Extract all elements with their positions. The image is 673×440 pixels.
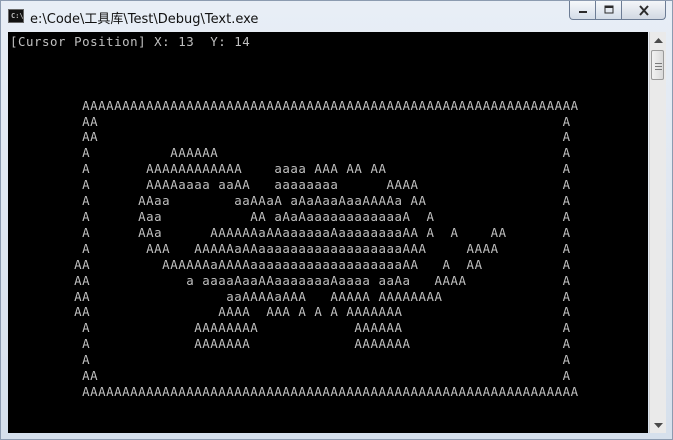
scroll-up-arrow-icon <box>653 37 663 43</box>
console-line: AAAAAAAAAAAAAAAAAAAAAAAAAAAAAAAAAAAAAAAA… <box>10 97 579 113</box>
console-line: AA aaAAAAaAAA AAAAA AAAAAAAA A <box>10 288 571 304</box>
scroll-up-button[interactable] <box>650 32 666 49</box>
console-line: AA AAAA AAA A A A AAAAAAA A <box>10 304 571 320</box>
console-line: A AAAAAA A <box>10 145 571 161</box>
scroll-down-button[interactable] <box>650 416 666 433</box>
scrollbar-thumb[interactable] <box>651 50 664 80</box>
ascii-art-output: AAAAAAAAAAAAAAAAAAAAAAAAAAAAAAAAAAAAAAAA… <box>10 98 579 399</box>
console-line: A AAa AAAAAAaAAaaaaaaAaaaaaaaaAA A A AA … <box>10 224 571 240</box>
console-output-area[interactable]: [Cursor Position] X: 13 Y: 14 AAAAAAAAAA… <box>8 32 648 433</box>
maximize-button[interactable] <box>596 1 622 20</box>
title-bar[interactable]: C:\ e:\Code\工具库\Test\Debug\Text.exe <box>1 1 672 31</box>
vertical-scrollbar[interactable] <box>649 32 666 433</box>
console-line: AA A <box>10 113 571 129</box>
cursor-position-line: [Cursor Position] X: 13 Y: 14 <box>10 34 251 49</box>
console-line: AA AAAAAAaAAAAaaaaaaaaaaaaaaaaaaaAA A AA… <box>10 256 571 272</box>
minimize-button[interactable] <box>569 1 596 20</box>
console-line: A AAAAAAAAAAAA aaaa AAA AA AA A <box>10 161 571 177</box>
console-line: A AAAAAAAA AAAAAA A <box>10 320 571 336</box>
app-icon-glyph: C:\ <box>11 12 24 20</box>
maximize-icon <box>604 5 613 14</box>
console-line: A AAA AAAAAaAAaaaaaaaaaaaaaaaaaaAAA AAAA… <box>10 240 571 256</box>
scroll-down-arrow-icon <box>653 422 663 428</box>
console-line: A AAAAaaaa aaAA aaaaaaaa AAAA A <box>10 177 571 193</box>
console-line: A Aaa AA aAaAaaaaaaaaaaaaA A A <box>10 208 571 224</box>
window-title: e:\Code\工具库\Test\Debug\Text.exe <box>30 12 259 27</box>
close-button[interactable] <box>622 1 666 20</box>
thumb-grip-icon <box>655 61 662 70</box>
minimize-icon <box>578 11 587 13</box>
console-app-icon[interactable]: C:\ <box>8 9 24 23</box>
caption-buttons <box>569 1 666 21</box>
console-line: A AAAAAAA AAAAAAA A <box>10 336 571 352</box>
console-line: A A <box>10 352 571 368</box>
console-line: AAAAAAAAAAAAAAAAAAAAAAAAAAAAAAAAAAAAAAAA… <box>10 383 579 399</box>
console-window: C:\ e:\Code\工具库\Test\Debug\Text.exe [Cur… <box>0 0 673 440</box>
console-text: [Cursor Position] X: 13 Y: 14 AAAAAAAAAA… <box>10 34 579 400</box>
console-line: A AAaa aaAAaA aAaAaaAaaAAAAa AA A <box>10 193 571 209</box>
console-line: AA A <box>10 129 571 145</box>
console-line: AA a aaaaAaaAAaaaaaaaAaaaa aaAa AAAA A <box>10 272 571 288</box>
close-icon <box>638 4 649 16</box>
console-line: AA A <box>10 368 571 384</box>
